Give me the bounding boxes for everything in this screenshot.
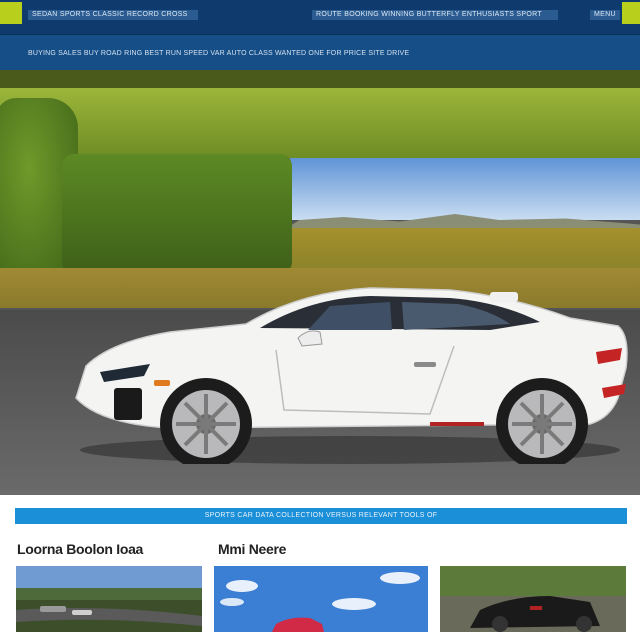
top-nav-bar: SEDAN SPORTS CLASSIC RECORD CROSS ROUTE … bbox=[0, 0, 640, 34]
black-car-photo bbox=[440, 566, 626, 632]
secondary-nav-bar: BUYING SALES BUY ROAD RING BEST RUN SPEE… bbox=[0, 34, 640, 70]
section-heading-left: Loorna Boolon Ioaa bbox=[17, 541, 144, 557]
nav-link-right[interactable]: MENU bbox=[590, 10, 620, 20]
menu-accent-right[interactable] bbox=[622, 2, 640, 24]
red-car-photo bbox=[214, 566, 428, 632]
race-track-photo bbox=[16, 566, 202, 632]
logo-mark-left[interactable] bbox=[0, 2, 22, 24]
sports-car-photo bbox=[75, 287, 628, 464]
hero-distant-sky bbox=[290, 158, 640, 220]
hero-top-shade bbox=[0, 70, 640, 88]
thumbnail-red-car[interactable] bbox=[214, 566, 428, 632]
nav-links-center[interactable]: ROUTE BOOKING WINNING BUTTERFLY ENTHUSIA… bbox=[312, 10, 558, 20]
hero-image bbox=[0, 70, 640, 495]
secondary-nav-links[interactable]: BUYING SALES BUY ROAD RING BEST RUN SPEE… bbox=[28, 49, 524, 58]
thumbnail-black-car[interactable] bbox=[440, 566, 626, 632]
nav-links-left[interactable]: SEDAN SPORTS CLASSIC RECORD CROSS bbox=[28, 10, 198, 20]
section-banner[interactable]: SPORTS CAR DATA COLLECTION VERSUS RELEVA… bbox=[15, 508, 627, 524]
hero-field bbox=[0, 88, 640, 158]
section-heading-right: Mmi Neere bbox=[218, 541, 287, 557]
thumbnail-race-track[interactable] bbox=[16, 566, 202, 632]
